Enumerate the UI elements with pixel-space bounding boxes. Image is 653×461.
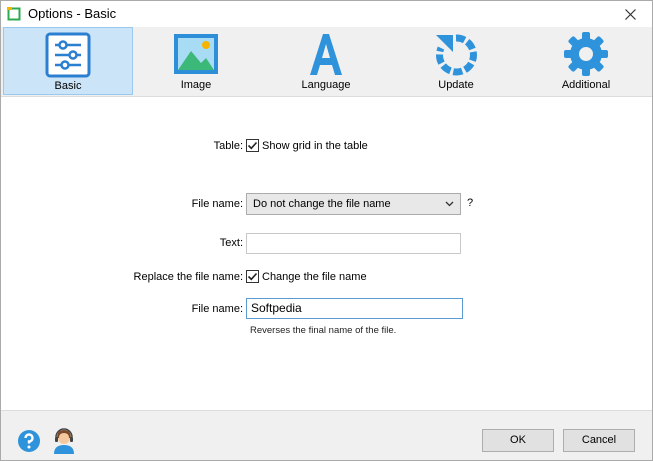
basic-options-panel: Table: Show grid in the table File name:… [1,98,652,410]
close-icon [624,8,636,20]
text-input[interactable] [246,233,461,254]
tab-update-label: Update [438,79,474,91]
tab-language[interactable]: Language [261,27,391,95]
support-icon[interactable] [52,428,76,457]
options-toolbar: Basic Image Language Update Additional [1,27,652,97]
language-icon [310,34,342,75]
show-grid-label: Show grid in the table [262,139,368,152]
title-bar: Options - Basic [1,1,652,27]
help-icon[interactable] [18,430,40,455]
tab-additional-label: Additional [561,79,611,91]
tab-language-label: Language [301,79,351,91]
change-name-checkbox-row[interactable]: Change the file name [246,270,367,283]
file-name-hint: Reverses the final name of the file. [250,325,397,336]
help-mark[interactable]: ? [467,197,473,209]
show-grid-checkbox[interactable] [246,139,259,152]
text-label: Text: [219,237,243,249]
table-label: Table: [213,140,243,152]
chevron-down-icon [445,201,454,207]
sliders-icon [45,32,91,78]
change-name-checkbox[interactable] [246,270,259,283]
dialog-footer: OK Cancel [1,410,652,460]
separator [59,170,611,171]
update-icon [436,34,477,76]
checkmark-icon [247,272,258,281]
show-grid-checkbox-row[interactable]: Show grid in the table [246,139,368,152]
separator [59,346,611,347]
file-name-select[interactable]: Do not change the file name [246,193,461,215]
replace-file-name-label: Replace the file name: [133,271,243,283]
gear-icon [564,32,608,76]
change-name-label: Change the file name [262,270,367,283]
file-name2-label: File name: [191,303,243,315]
file-name-select-value: Do not change the file name [253,198,391,210]
file-name-input[interactable]: Softpedia [246,298,463,319]
tab-additional[interactable]: Additional [521,27,651,95]
image-icon [174,34,218,74]
tab-image[interactable]: Image [131,27,261,95]
window-title: Options - Basic [28,6,117,21]
tab-update[interactable]: Update [391,27,521,95]
tab-image-label: Image [180,79,212,91]
ok-button[interactable]: OK [482,429,554,452]
tab-basic-label: Basic [54,80,82,92]
close-button[interactable] [608,1,652,27]
file-name-label: File name: [191,198,243,210]
app-icon [7,7,21,21]
cancel-button[interactable]: Cancel [563,429,635,452]
options-window: Options - Basic Basic Image Language Upd… [0,0,653,461]
tab-basic[interactable]: Basic [3,27,133,95]
checkmark-icon [247,141,258,150]
